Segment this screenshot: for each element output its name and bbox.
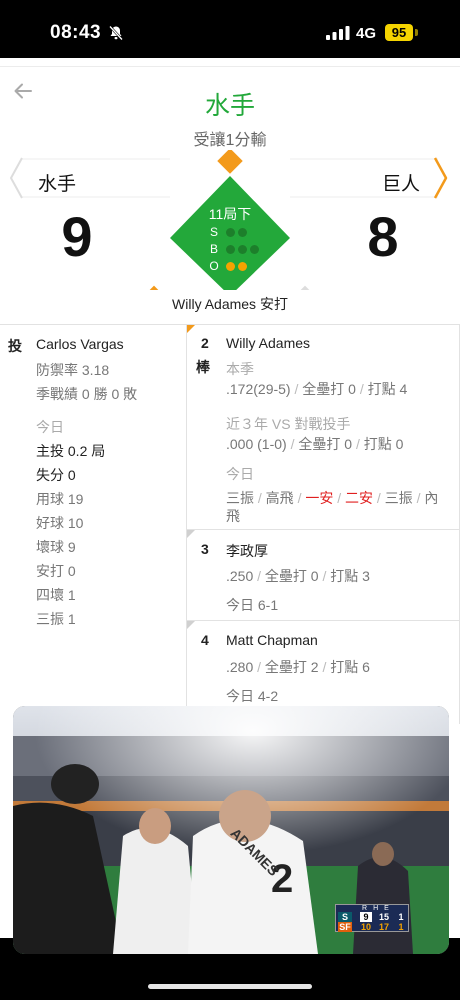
batter-today: 今日 6-1 [226, 597, 279, 613]
pitcher-today-label: 今日 [36, 419, 64, 435]
tv-scorebug: RHE S 9 15 1 SF 10 17 1 [335, 904, 409, 932]
strike-dot [226, 228, 235, 237]
last-play: Willy Adames 安打 [172, 296, 288, 312]
pitcher-record: 季戰績 0 勝 0 敗 [36, 386, 138, 402]
row-marker [187, 530, 195, 538]
first-base [293, 285, 317, 290]
pitcher-name[interactable]: Carlos Vargas [36, 336, 124, 352]
pitcher-hits: 安打 0 [36, 563, 76, 579]
bell-muted-icon [109, 25, 123, 41]
home-team-name: 巨人 [382, 174, 421, 195]
pitcher-strikeouts: 三振 1 [36, 611, 76, 627]
pitcher-runs: 失分 0 [36, 467, 76, 483]
scorebug-row: SF 10 17 1 [338, 922, 404, 932]
pitcher-pitches: 用球 19 [36, 491, 84, 507]
strike-dot [238, 228, 247, 237]
inning-label: 11局下 [208, 206, 252, 222]
pitcher-panel: 投 Carlos Vargas 防禦率 3.18 季戰績 0 勝 0 敗 今日 … [0, 324, 187, 724]
video-player[interactable]: 2 ADAMES RHE S 9 15 1 SF 10 17 1 [13, 706, 449, 954]
battery-tip [415, 29, 418, 36]
pitcher-role: 投 [8, 338, 22, 354]
battery-icon: 95 [385, 24, 413, 41]
pitcher-walks: 四壞 1 [36, 587, 76, 603]
batter-name[interactable]: Willy Adames [226, 335, 310, 351]
partial-row [0, 802, 13, 836]
vs-pitcher-stats: .000 (1-0) / 全壘打 0 / 打點 0 [226, 436, 404, 452]
pitcher-strikes: 好球 10 [36, 515, 84, 531]
third-base [142, 285, 166, 290]
batter-order-suffix: 棒 [196, 359, 210, 375]
status-bar: 08:43 4G 95 [0, 0, 460, 58]
home-indicator[interactable] [148, 984, 312, 989]
batter-name[interactable]: Matt Chapman [226, 632, 318, 648]
divider [0, 66, 460, 67]
batter-today-label: 今日 [226, 466, 254, 482]
signal-icon [326, 26, 350, 40]
home-score: 8 [367, 205, 399, 268]
scorebug-row: S 9 15 1 [338, 912, 408, 922]
strike-label: S [209, 225, 218, 239]
divider [187, 529, 460, 530]
ball-dot [238, 245, 247, 254]
batter-stats: .280 / 全壘打 2 / 打點 6 [226, 659, 370, 675]
away-team-name: 水手 [38, 174, 77, 195]
divider [187, 620, 460, 621]
winner-title: 水手 [204, 92, 255, 120]
ball-dot [250, 245, 259, 254]
row-marker [187, 621, 195, 629]
batter-order: 2 [201, 335, 209, 351]
season-label: 本季 [226, 361, 254, 377]
batter-stats: .250 / 全壘打 0 / 打點 3 [226, 568, 370, 584]
handicap-result: 受讓1分輸 [193, 132, 267, 149]
ball-dot [226, 245, 235, 254]
batter-name[interactable]: 李政厚 [226, 541, 268, 561]
network-type: 4G [356, 25, 377, 42]
out-dot [226, 262, 235, 271]
pitcher-balls: 壞球 9 [36, 539, 76, 555]
current-batter-marker [187, 325, 195, 333]
pitcher-era: 防禦率 3.18 [36, 362, 110, 378]
away-score: 9 [61, 205, 93, 268]
batter-order: 3 [201, 541, 209, 557]
batter-today-results: 三振 / 高飛 / 一安 / 二安 / 三振 / 內 [226, 490, 439, 506]
ball-label: B [209, 242, 218, 256]
pitcher-ip: 主投 0.2 局 [36, 443, 106, 459]
batter-today: 今日 4-2 [226, 688, 279, 704]
out-label: O [209, 259, 219, 273]
vs-pitcher-label: 近３年 VS 對戰投手 [226, 416, 351, 432]
second-base [217, 150, 243, 174]
batter-today-results-wrap: 飛 [226, 508, 240, 524]
season-stats: .172(29-5) / 全壘打 0 / 打點 4 [226, 381, 408, 397]
batter-order: 4 [201, 632, 209, 648]
scorebug-header: RHE [362, 905, 395, 912]
out-dot [238, 262, 247, 271]
status-time: 08:43 [50, 22, 102, 43]
